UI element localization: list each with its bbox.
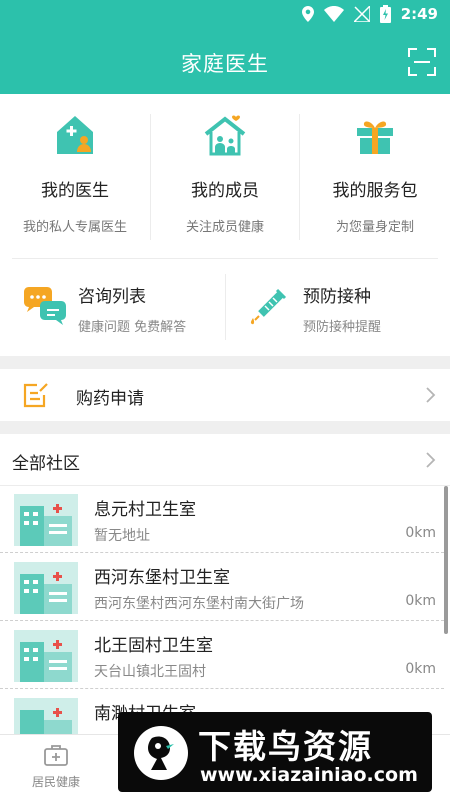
clinic-list-item[interactable]: 西河东堡村卫生室 西河东堡村西河东堡村南大街广场 0km [0,555,444,621]
chevron-right-icon [426,452,436,468]
tab-resident-health[interactable]: 居民健康 [22,743,90,790]
bird-logo-icon [134,726,188,780]
community-header[interactable]: 全部社区 [0,434,450,486]
feature-desc: 为您量身定制 [335,220,414,235]
mini-label: 预防接种 [303,287,371,307]
vaccination-button[interactable]: 预防接种 预防接种提醒 [225,274,450,344]
consult-list-button[interactable]: 咨询列表 健康问题 免费解答 [0,274,225,344]
clinic-distance: 0km [405,525,436,541]
mini-label: 咨询列表 [78,287,146,307]
scan-icon[interactable] [408,48,436,76]
clinic-list-item[interactable]: 息元村卫生室 暂无地址 0km [0,487,444,553]
mini-desc: 预防接种提醒 [303,320,382,335]
watermark-url: www.xiazainiao.com [200,764,418,786]
clinic-distance: 0km [405,661,436,677]
clinic-address: 天台山镇北王固村 [94,664,206,680]
mini-desc: 健康问题 免费解答 [78,320,187,335]
clinic-building-icon [14,630,78,682]
my-members-button[interactable]: 我的成员 关注成员健康 [150,106,300,236]
clinic-name: 息元村卫生室 [94,500,196,520]
drug-application-label: 购药申请 [76,389,144,409]
no-signal-icon [353,6,370,22]
my-doctor-button[interactable]: 我的医生 我的私人专属医生 [0,106,150,236]
drug-application-row[interactable]: 购药申请 [0,369,450,421]
watermark-banner: 下载鸟资源 www.xiazainiao.com [118,712,432,792]
clinic-address: 西河东堡村西河东堡村南大街广场 [94,596,304,612]
status-bar: 2:49 [0,0,450,30]
feature-label: 我的医生 [41,181,109,201]
status-time: 2:49 [400,5,438,23]
family-house-icon [204,115,246,156]
gift-box-icon [357,121,393,154]
feature-desc: 关注成员健康 [185,220,264,235]
clinic-building-icon [14,494,78,546]
page-title: 家庭医生 [181,52,269,76]
edit-note-icon [23,383,48,408]
status-icons: 2:49 [301,5,438,23]
chat-bubbles-icon [24,287,66,325]
title-bar: 家庭医生 [0,30,450,94]
community-section: 全部社区 息元村卫生室 暂无地址 0km 西河东堡村卫生室 西河东堡村西河东堡村… [0,434,450,750]
my-service-pack-button[interactable]: 我的服务包 为您量身定制 [300,106,450,236]
feature-desc: 我的私人专属医生 [22,220,127,235]
clinic-name: 西河东堡村卫生室 [94,568,230,588]
feature-panel: 我的医生 我的私人专属医生 我的成员 关注成员健康 我的服务包 为您量身定制 咨… [0,94,450,356]
community-title: 全部社区 [12,454,80,474]
doctor-house-icon [57,116,93,154]
feature-label: 我的服务包 [332,181,418,201]
location-icon [301,6,314,22]
syringe-icon [250,288,287,325]
scrollbar[interactable] [444,486,448,634]
clinic-building-icon [14,562,78,614]
clinic-address: 暂无地址 [94,528,150,544]
divider [12,258,438,259]
chevron-right-icon [426,387,436,403]
divider [299,114,300,240]
battery-charging-icon [379,5,391,23]
watermark-title: 下载鸟资源 [198,727,373,766]
divider [150,114,151,240]
clinic-name: 北王固村卫生室 [94,636,213,656]
tab-label: 居民健康 [31,775,80,789]
clinic-list-item[interactable]: 北王固村卫生室 天台山镇北王固村 0km [0,623,444,689]
wifi-icon [323,6,344,22]
feature-label: 我的成员 [191,181,259,201]
clinic-distance: 0km [405,593,436,609]
medical-kit-icon [44,745,68,766]
